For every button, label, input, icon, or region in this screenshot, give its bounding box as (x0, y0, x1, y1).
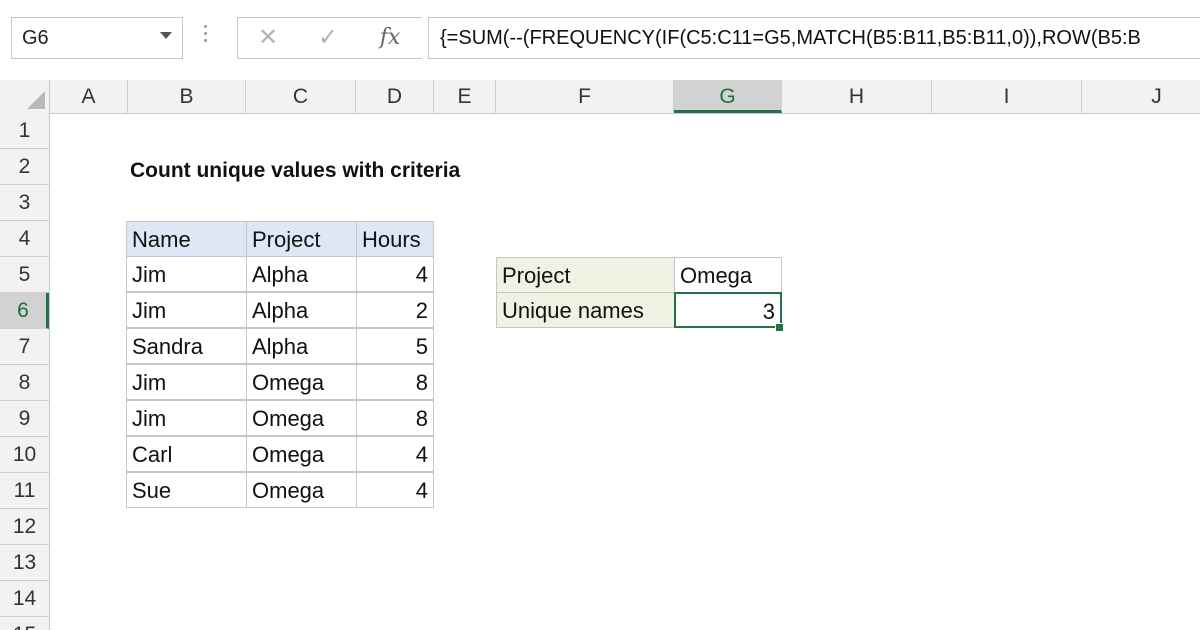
chevron-down-icon[interactable] (160, 32, 172, 39)
table-cell-project[interactable]: Omega (246, 400, 357, 436)
name-box-value: G6 (22, 27, 49, 49)
table-cell-name[interactable]: Jim (126, 400, 247, 436)
criteria-unique-value[interactable]: 3 (674, 292, 782, 328)
drag-handle-icon[interactable] (204, 25, 208, 51)
table-cell-name[interactable]: Jim (126, 256, 247, 292)
insert-function-icon[interactable]: fx (372, 20, 408, 56)
table-cell-name[interactable]: Jim (126, 364, 247, 400)
row-header-6[interactable]: 6 (0, 293, 49, 329)
row-header-1[interactable]: 1 (0, 113, 49, 149)
table-cell-project[interactable]: Omega (246, 364, 357, 400)
table-cell-name[interactable]: Sue (126, 472, 247, 508)
table-cell-hours[interactable]: 5 (356, 328, 434, 364)
column-header-f[interactable]: F (496, 80, 674, 113)
row-header-13[interactable]: 13 (0, 545, 49, 581)
table-header-name[interactable]: Name (126, 221, 247, 257)
criteria-project-label[interactable]: Project (496, 257, 675, 293)
table-header-hours[interactable]: Hours (356, 221, 434, 257)
table-cell-hours[interactable]: 4 (356, 472, 434, 508)
row-header-10[interactable]: 10 (0, 437, 49, 473)
column-header-e[interactable]: E (434, 80, 496, 113)
table-cell-hours[interactable]: 8 (356, 400, 434, 436)
column-header-c[interactable]: C (246, 80, 356, 113)
table-cell-project[interactable]: Omega (246, 436, 357, 472)
formula-bar: G6 ✕ ✓ fx {=SUM(--(FREQUENCY(IF(C5:C11=G… (0, 0, 1200, 81)
row-header-9[interactable]: 9 (0, 401, 49, 437)
table-cell-hours[interactable]: 4 (356, 256, 434, 292)
row-header-12[interactable]: 12 (0, 509, 49, 545)
table-cell-project[interactable]: Alpha (246, 328, 357, 364)
table-cell-project[interactable]: Alpha (246, 292, 357, 328)
table-cell-hours[interactable]: 4 (356, 436, 434, 472)
criteria-project-value[interactable]: Omega (674, 257, 782, 293)
column-headers: A B C D E F G H I J (0, 80, 1200, 114)
table-cell-project[interactable]: Omega (246, 472, 357, 508)
cancel-icon[interactable]: ✕ (250, 20, 286, 56)
spreadsheet-grid: A B C D E F G H I J 1 2 3 4 5 6 7 8 9 10… (0, 80, 1200, 630)
row-header-4[interactable]: 4 (0, 221, 49, 257)
table-cell-name[interactable]: Carl (126, 436, 247, 472)
table-cell-name[interactable]: Sandra (126, 328, 247, 364)
formula-text: {=SUM(--(FREQUENCY(IF(C5:C11=G5,MATCH(B5… (440, 27, 1141, 49)
formula-input[interactable]: {=SUM(--(FREQUENCY(IF(C5:C11=G5,MATCH(B5… (428, 17, 1200, 59)
table-header-project[interactable]: Project (246, 221, 357, 257)
table-cell-hours[interactable]: 8 (356, 364, 434, 400)
column-header-b[interactable]: B (128, 80, 246, 113)
row-header-2[interactable]: 2 (0, 149, 49, 185)
criteria-unique-label[interactable]: Unique names (496, 292, 675, 328)
row-header-11[interactable]: 11 (0, 473, 49, 509)
table-cell-name[interactable]: Jim (126, 292, 247, 328)
column-header-a[interactable]: A (50, 80, 128, 113)
column-header-j[interactable]: J (1082, 80, 1200, 113)
table-cell-hours[interactable]: 2 (356, 292, 434, 328)
row-header-5[interactable]: 5 (0, 257, 49, 293)
sheet-title: Count unique values with criteria (130, 159, 461, 182)
table-cell-project[interactable]: Alpha (246, 256, 357, 292)
column-header-i[interactable]: I (932, 80, 1082, 113)
select-all-icon (27, 91, 45, 109)
column-header-h[interactable]: H (782, 80, 932, 113)
row-headers: 1 2 3 4 5 6 7 8 9 10 11 12 13 14 15 (0, 113, 50, 630)
row-header-15[interactable]: 15 (0, 617, 49, 630)
column-header-g[interactable]: G (674, 80, 782, 113)
row-header-14[interactable]: 14 (0, 581, 49, 617)
check-icon[interactable]: ✓ (310, 20, 346, 56)
formula-buttons: ✕ ✓ fx (237, 17, 422, 59)
fill-handle[interactable] (775, 323, 784, 332)
name-box[interactable]: G6 (11, 17, 183, 59)
row-header-8[interactable]: 8 (0, 365, 49, 401)
row-header-7[interactable]: 7 (0, 329, 49, 365)
column-header-d[interactable]: D (356, 80, 434, 113)
row-header-3[interactable]: 3 (0, 185, 49, 221)
select-all-button[interactable] (0, 80, 50, 113)
